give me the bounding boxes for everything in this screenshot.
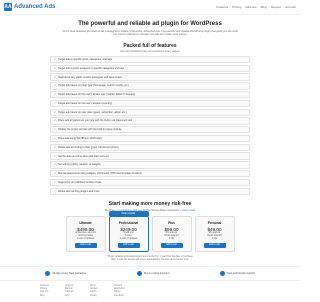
check-icon: ✓ bbox=[54, 189, 57, 193]
check-icon: ✓ bbox=[54, 75, 57, 79]
feature-item[interactable]: ✓ Set the date and time when ads start an… bbox=[50, 152, 250, 160]
feature-item[interactable]: ✓ Display the proper ad ratio with the bu… bbox=[50, 126, 250, 134]
check-icon: ✓ bbox=[54, 119, 57, 123]
check-icon: ✓ bbox=[54, 128, 57, 132]
check-icon: ✓ bbox=[54, 154, 57, 158]
check-icon: ✓ bbox=[54, 163, 57, 167]
add-to-cart-button[interactable]: Add to cart bbox=[74, 242, 97, 248]
plan-card-professional: Most popular Professional $249.00 5 add-… bbox=[108, 210, 149, 252]
logo-text: Advanced Ads bbox=[14, 4, 56, 10]
cta-title: Start making more money risk-free bbox=[108, 200, 192, 207]
hero-text: You're here because you want an ad manag… bbox=[62, 30, 238, 37]
feature-item[interactable]: ✓ Set ads by priority, random, or weights bbox=[50, 161, 250, 169]
plan-name: Personal bbox=[207, 220, 222, 225]
feature-item[interactable]: ✓ Support for any public custom post type… bbox=[50, 73, 250, 81]
site-footer: Features Pricing Add-ons Blog Support Manual… bbox=[0, 281, 300, 302]
support-badge: Fast and friendly support bbox=[220, 270, 255, 276]
plan-card-ultimate: Ultimate $499.00 all premium add-ons unl… bbox=[65, 215, 106, 252]
check-icon: ✓ bbox=[54, 66, 57, 70]
nav-item-features[interactable]: Features bbox=[216, 5, 228, 9]
plan-card-personal: Personal $49.00 Pro add-on Email support… bbox=[194, 215, 235, 252]
feature-item[interactable]: ✓ Manual placements using widgets, shortc… bbox=[50, 169, 250, 178]
most-popular-badge: Most popular bbox=[108, 210, 149, 216]
check-icon: ✓ bbox=[54, 110, 57, 114]
footer-column: Features Pricing Add-ons Blog bbox=[40, 284, 50, 297]
footer-column: About Contact Imprint Privacy bbox=[89, 284, 98, 297]
feature-item[interactable]: ✓ Target ads to specific posts, categorie… bbox=[50, 55, 250, 64]
feature-item[interactable]: ✓ Target ads to posts assigned to specifi… bbox=[50, 64, 250, 72]
check-icon: ✓ bbox=[54, 137, 57, 141]
feature-item[interactable]: ✓ Place ads using WordPress shortcodes bbox=[50, 134, 250, 143]
learn-more-link[interactable]: Learn more bbox=[182, 209, 195, 212]
main-nav: Features Pricing Add-ons Blog Support Ac… bbox=[216, 5, 296, 9]
add-to-cart-button[interactable]: Add to cart bbox=[160, 242, 183, 248]
feature-item[interactable]: ✓ Support for an unlimited number of ads bbox=[50, 178, 250, 187]
feature-item[interactable]: ✓ Target ads based on user roles (guest, … bbox=[50, 108, 250, 116]
nav-item-blog[interactable]: Blog bbox=[261, 5, 267, 9]
feature-item[interactable]: ✓ Rotate ads according to their group, fo… bbox=[50, 143, 250, 152]
features-title: Packed full of features bbox=[123, 42, 177, 49]
chat-icon bbox=[220, 270, 226, 276]
trust-badges: 30-day money back guarantee Secure onlin… bbox=[0, 265, 300, 281]
footer-column: Account Newsletter Twitter Facebook bbox=[113, 284, 125, 297]
check-icon: ✓ bbox=[54, 172, 57, 176]
plan-name: Professional bbox=[118, 220, 139, 225]
check-icon: ✓ bbox=[54, 145, 57, 149]
check-icon: ✓ bbox=[54, 180, 57, 184]
feature-item[interactable]: ✓ Place ads anywhere on your site with th… bbox=[50, 117, 250, 125]
add-to-cart-button[interactable]: Add to cart bbox=[203, 242, 226, 248]
money-back-badge: 30-day money back guarantee bbox=[45, 270, 86, 276]
check-icon: ✓ bbox=[54, 58, 57, 61]
lock-icon bbox=[136, 270, 142, 276]
logo[interactable]: AA Advanced Ads bbox=[4, 3, 55, 11]
footer-column: Support Manual Tutorials FAQ bbox=[65, 284, 74, 297]
logo-icon: AA bbox=[4, 3, 12, 11]
nav-item-pricing[interactable]: Pricing bbox=[232, 5, 241, 9]
plan-card-plus: Plus $99.00 Pro add-on Email support 1 s… bbox=[151, 215, 192, 252]
site-header: AA Advanced Ads Features Pricing Add-ons… bbox=[0, 0, 300, 15]
nav-item-support[interactable]: Support bbox=[271, 5, 282, 9]
pricing-table: Ultimate $499.00 all premium add-ons unl… bbox=[50, 210, 250, 252]
features-subtitle: Our set of features has you covered in e… bbox=[120, 49, 180, 53]
hero-title: The powerful and reliable ad plugin for … bbox=[78, 21, 222, 27]
plan-name: Ultimate bbox=[79, 220, 92, 225]
main-content: The powerful and reliable ad plugin for … bbox=[50, 21, 250, 262]
check-icon: ✓ bbox=[54, 93, 57, 97]
feature-item[interactable]: ✓ Target ads based on the user's location… bbox=[50, 99, 250, 108]
nav-item-account[interactable]: Account bbox=[285, 5, 296, 9]
feature-list: ✓ Target ads to specific posts, categorie… bbox=[50, 55, 250, 195]
add-to-cart-button[interactable]: Add to cart bbox=[117, 242, 140, 248]
feature-item[interactable]: ✓ Target ads based on page type (homepage… bbox=[50, 82, 250, 90]
cta-subtitle: Purchase in confidence with our 30-Day M… bbox=[105, 208, 196, 212]
check-icon: ✓ bbox=[54, 84, 57, 88]
plan-name: Plus bbox=[168, 220, 175, 225]
secure-payment-badge: Secure online payment bbox=[136, 270, 169, 276]
feature-item[interactable]: ✓ Target ads based on the user's device t… bbox=[50, 90, 250, 99]
nav-item-addons[interactable]: Add-ons bbox=[245, 5, 256, 9]
check-icon: ✓ bbox=[54, 101, 57, 105]
shield-icon bbox=[45, 270, 51, 276]
pricing-notes: * Plugin updates and email support are p… bbox=[106, 255, 194, 261]
feature-item[interactable]: ✓ Works with caching plugins and more bbox=[50, 187, 250, 195]
